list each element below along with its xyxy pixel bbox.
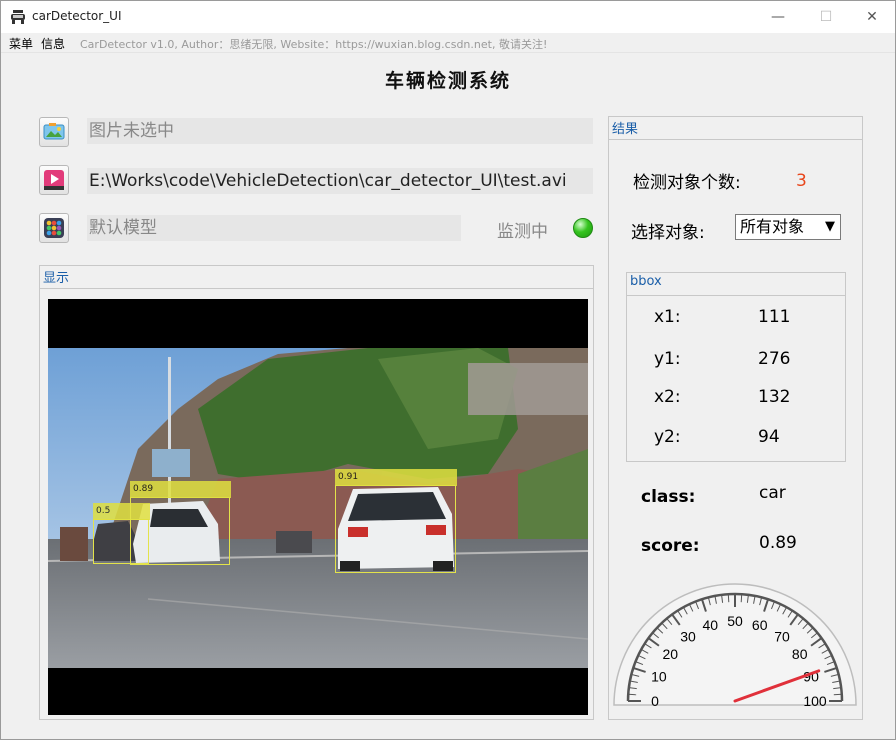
x2-value: 132: [758, 387, 791, 407]
app-window: carDetector_UI — ☐ ✕ 菜单 信息 CarDetector v…: [0, 0, 896, 740]
score-label: score:: [641, 536, 700, 556]
gauge-tick: [727, 594, 730, 603]
gauge-tick-label: 60: [752, 617, 768, 633]
window-title: carDetector_UI: [32, 9, 122, 23]
video-path-field[interactable]: E:\Works\code\VehicleDetection\car_detec…: [87, 168, 593, 194]
minimize-button[interactable]: —: [755, 1, 801, 33]
score-gauge: 010203040 50 60708090100: [613, 583, 857, 709]
object-select[interactable]: 所有对象 ▼: [735, 214, 841, 240]
model-field[interactable]: 默认模型: [87, 215, 461, 241]
detection-box: 0.89: [130, 481, 231, 565]
select-object-label: 选择对象:: [631, 223, 705, 243]
detection-box: 0.91: [335, 469, 457, 573]
gauge-tick-label: 40: [702, 617, 718, 633]
display-group-title: 显示: [43, 271, 70, 286]
gauge-tick-label: 70: [774, 628, 790, 644]
detection-score-label: 0.91: [335, 469, 457, 486]
gauge-tick-label: 50: [727, 613, 743, 629]
video-frame: 0.5 0.89 0.91: [48, 299, 588, 715]
y1-value: 276: [758, 349, 791, 369]
y1-label: y1:: [654, 349, 681, 369]
title-bar[interactable]: carDetector_UI — ☐ ✕: [1, 1, 895, 33]
video-play-icon: [44, 170, 64, 190]
class-value: car: [759, 483, 786, 503]
gauge-tick-label: 80: [792, 646, 808, 662]
close-icon: ✕: [866, 9, 878, 25]
status-indicator-icon: [573, 218, 593, 238]
gauge-tick-label: 100: [803, 693, 827, 709]
car-app-icon: [11, 10, 25, 24]
detection-count-label: 检测对象个数:: [633, 173, 741, 193]
model-grid-icon: [44, 218, 64, 238]
gauge-tick: [740, 594, 743, 603]
score-value: 0.89: [759, 533, 797, 553]
status-label: 监测中: [497, 222, 548, 242]
page-title: 车辆检测系统: [384, 70, 511, 92]
chevron-down-icon: ▼: [825, 219, 835, 234]
gauge-tick-label: 30: [680, 628, 696, 644]
bbox-group-title: bbox: [630, 274, 662, 289]
gauge-tick: [628, 693, 637, 696]
y2-label: y2:: [654, 427, 681, 447]
gauge-tick-label: 0: [651, 693, 659, 709]
minimize-icon: —: [771, 9, 785, 25]
class-label: class:: [641, 487, 696, 507]
gauge-tick-label: 10: [651, 668, 667, 684]
y2-value: 94: [758, 427, 780, 447]
select-model-button[interactable]: [39, 213, 69, 243]
x1-value: 111: [758, 307, 791, 327]
menu-bar: 菜单 信息 CarDetector v1.0, Author：思绪无限, Web…: [1, 33, 895, 53]
gauge-tick: [833, 693, 842, 696]
image-icon: [43, 123, 65, 140]
menu-item-info[interactable]: 信息: [41, 35, 65, 52]
close-button[interactable]: ✕: [849, 1, 895, 33]
author-info: CarDetector v1.0, Author：思绪无限, Website：h…: [80, 38, 548, 51]
detection-score-label: 0.89: [130, 481, 231, 498]
result-group-title: 结果: [612, 122, 639, 137]
x1-label: x1:: [654, 307, 681, 327]
x2-label: x2:: [654, 387, 681, 407]
menu-item-menu[interactable]: 菜单: [9, 35, 33, 52]
image-path-field[interactable]: 图片未选中: [87, 118, 593, 144]
object-select-value: 所有对象: [740, 217, 805, 236]
maximize-button[interactable]: ☐: [803, 1, 849, 33]
gauge-tick-label: 20: [662, 646, 678, 662]
detection-count-value: 3: [796, 171, 807, 191]
select-image-button[interactable]: [39, 117, 69, 147]
select-video-button[interactable]: [39, 165, 69, 195]
maximize-icon: ☐: [819, 9, 833, 25]
